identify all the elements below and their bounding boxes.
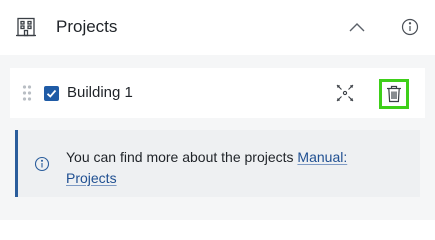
project-name: Building 1: [67, 84, 133, 101]
info-note: You can find more about the projects Man…: [15, 130, 420, 197]
trash-icon: [387, 85, 401, 103]
project-checkbox[interactable]: [44, 86, 59, 101]
projects-panel: Projects Building 1 You can find more ab…: [0, 0, 435, 220]
info-icon: [34, 156, 50, 172]
info-icon[interactable]: [400, 17, 420, 37]
project-list-item[interactable]: Building 1: [10, 68, 425, 118]
panel-header: Projects: [0, 0, 435, 55]
drag-handle-icon[interactable]: [22, 84, 32, 102]
zoom-to-extent-icon[interactable]: [336, 84, 354, 102]
building-icon: [15, 16, 37, 38]
panel-title: Projects: [56, 17, 118, 36]
note-message: You can find more about the projects: [66, 149, 298, 165]
chevron-up-icon[interactable]: [346, 16, 368, 38]
note-text: You can find more about the projects Man…: [66, 147, 396, 189]
delete-button[interactable]: [379, 79, 409, 109]
